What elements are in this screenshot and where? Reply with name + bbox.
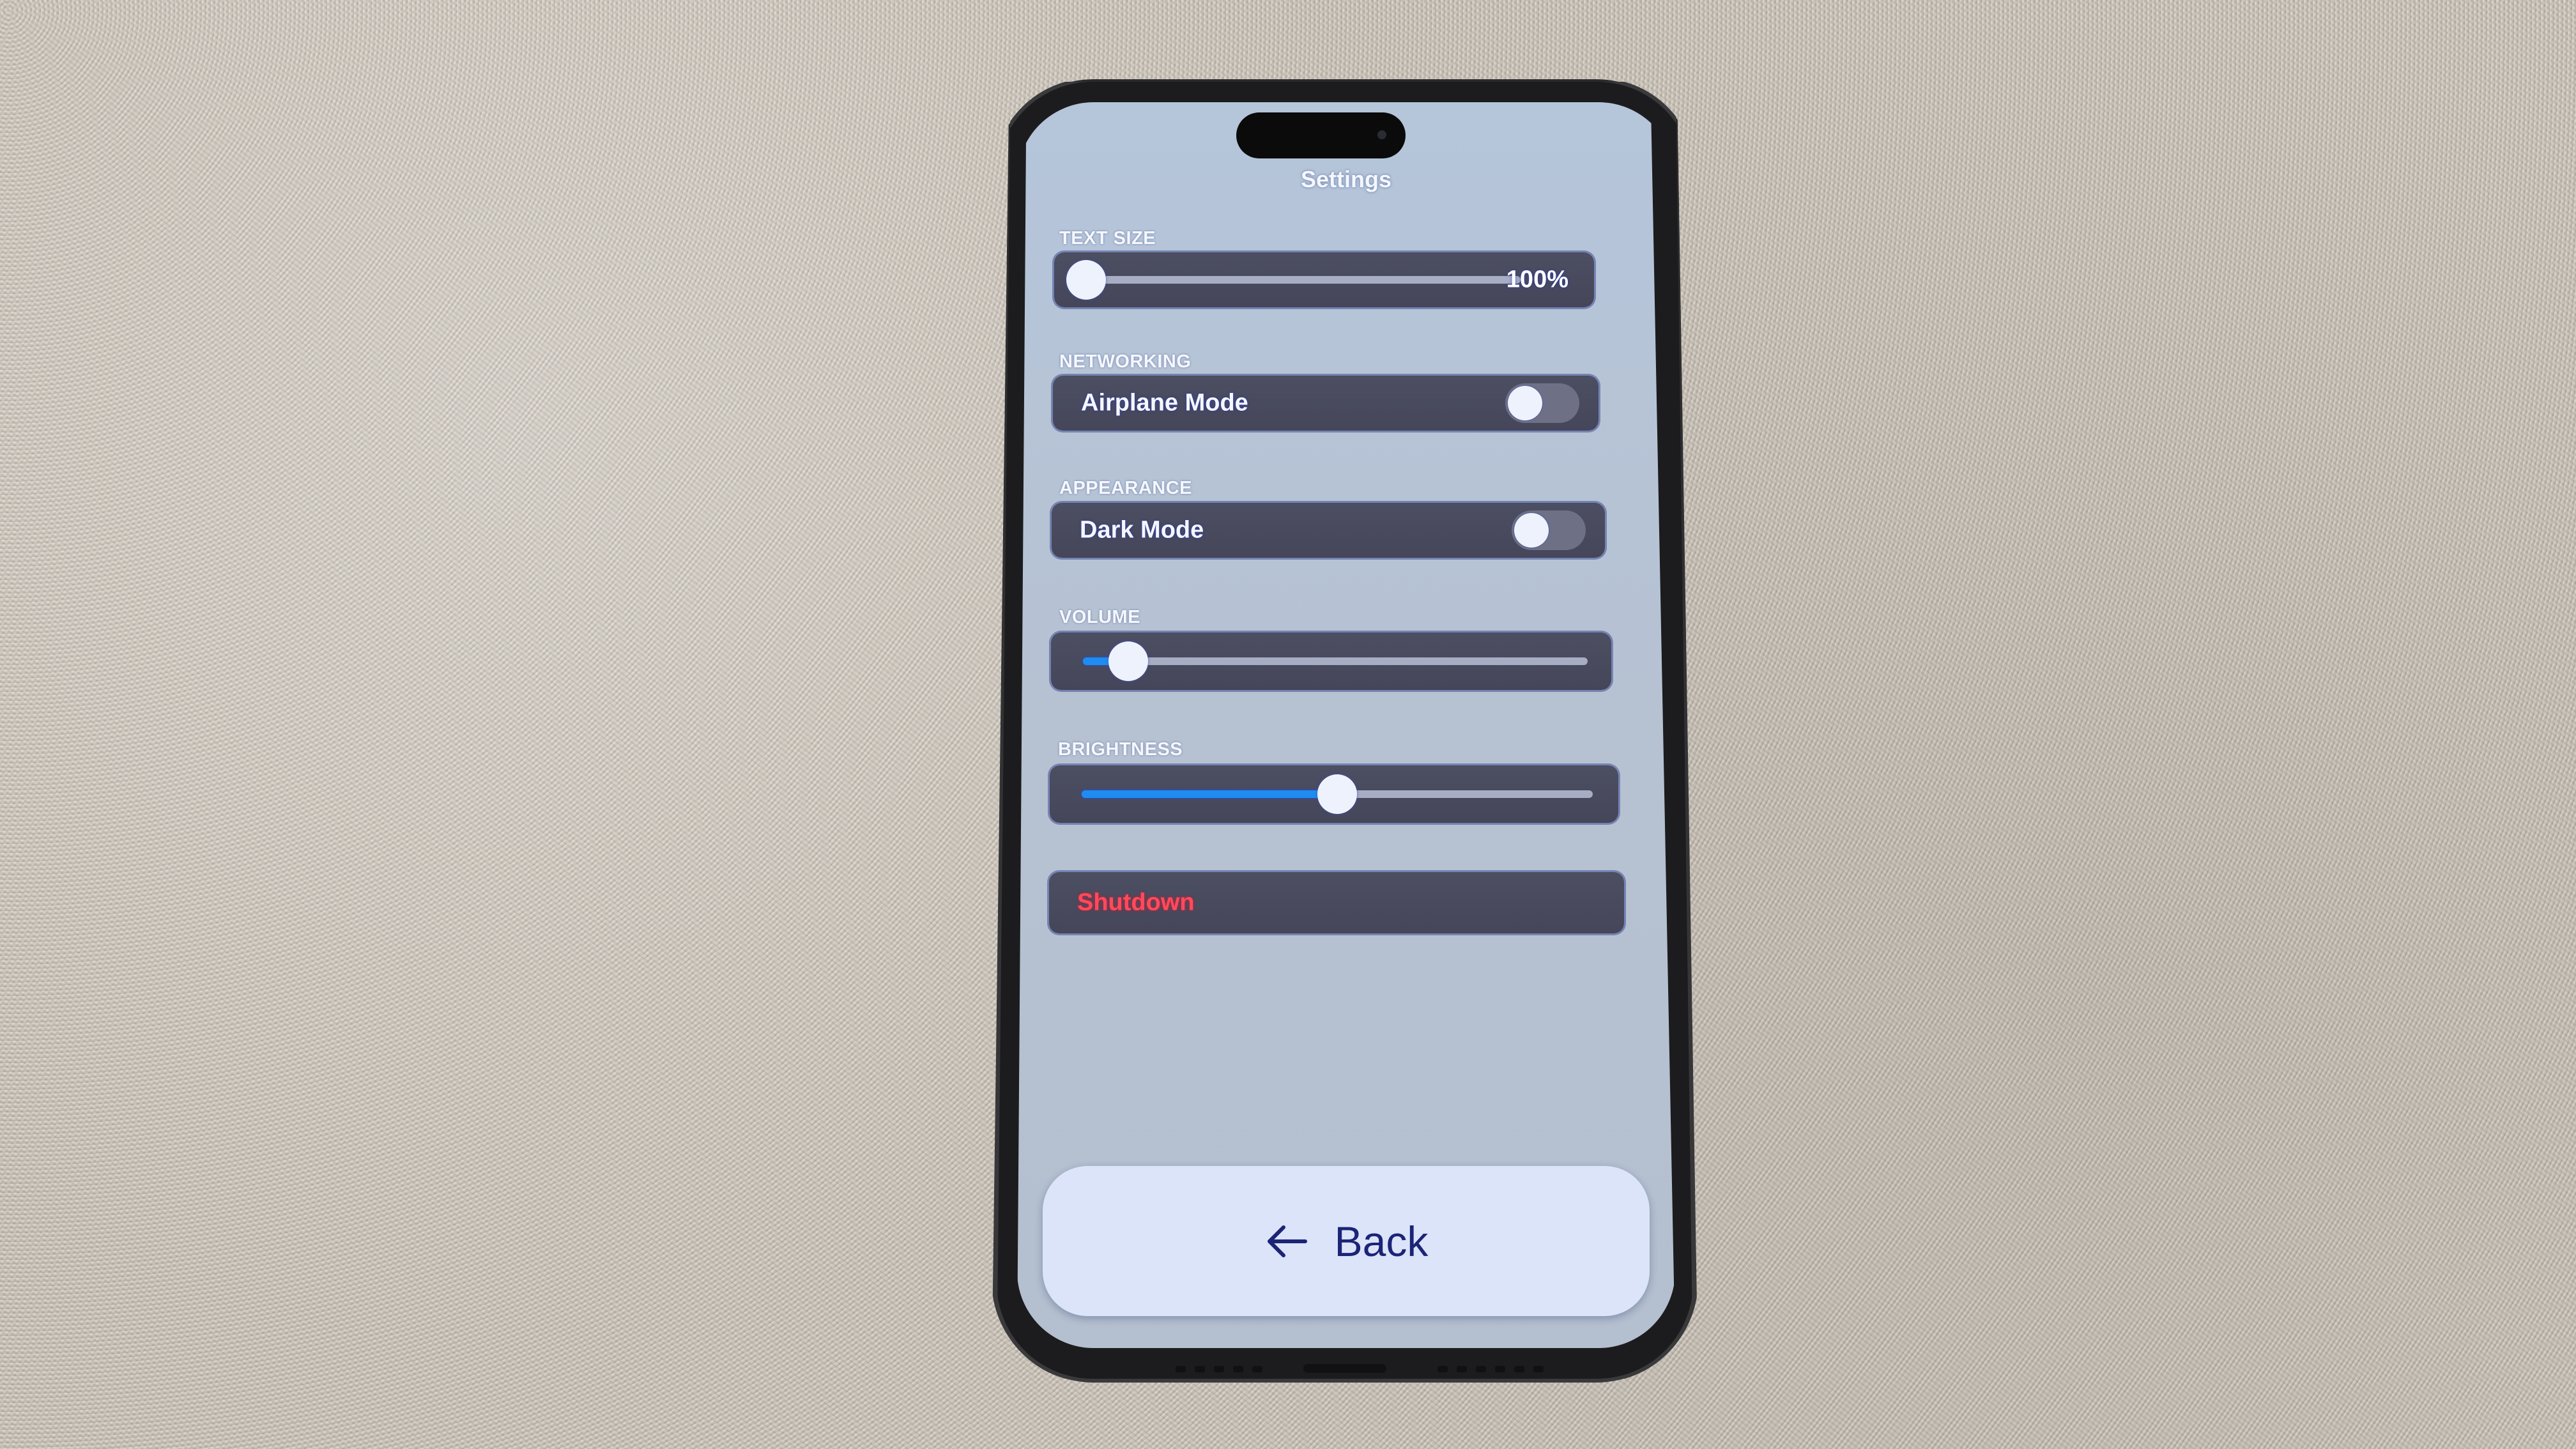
brightness-slider-fill	[1082, 790, 1337, 798]
charging-port	[1303, 1364, 1386, 1373]
dark-mode-label: Dark Mode	[1080, 516, 1204, 544]
speaker-hole	[1214, 1366, 1224, 1372]
speaker-hole	[1176, 1366, 1186, 1372]
speaker-hole	[1233, 1366, 1243, 1372]
speaker-hole	[1476, 1366, 1486, 1372]
text-size-panel: 100%	[1054, 252, 1594, 307]
shutdown-label: Shutdown	[1077, 889, 1195, 916]
phone-screen: Settings TEXT SIZE 100% NETWORKING Airpl…	[1017, 102, 1675, 1348]
speaker-hole	[1514, 1366, 1524, 1372]
arrow-left-icon	[1267, 1225, 1307, 1257]
airplane-mode-row[interactable]: Airplane Mode	[1053, 376, 1598, 431]
text-size-value: 100%	[1506, 266, 1568, 293]
speaker-hole	[1495, 1366, 1505, 1372]
speaker-hole	[1252, 1366, 1262, 1372]
airplane-mode-toggle[interactable]	[1505, 383, 1579, 423]
speaker-hole	[1457, 1366, 1467, 1372]
back-label: Back	[1334, 1217, 1429, 1265]
section-label-volume: VOLUME	[1059, 607, 1141, 627]
speaker-hole	[1195, 1366, 1205, 1372]
speaker-hole	[1533, 1366, 1544, 1372]
brightness-slider-thumb[interactable]	[1317, 774, 1357, 814]
airplane-mode-label: Airplane Mode	[1081, 389, 1248, 417]
toggle-knob	[1508, 386, 1542, 420]
brightness-panel	[1050, 765, 1618, 823]
dark-mode-row[interactable]: Dark Mode	[1052, 503, 1605, 558]
section-label-appearance: APPEARANCE	[1059, 478, 1193, 498]
dark-mode-toggle[interactable]	[1512, 510, 1586, 550]
section-label-brightness: BRIGHTNESS	[1058, 739, 1183, 760]
text-size-slider-thumb[interactable]	[1066, 260, 1106, 300]
volume-panel	[1051, 632, 1611, 690]
dynamic-island	[1236, 112, 1406, 158]
shutdown-button[interactable]: Shutdown	[1049, 872, 1624, 933]
speaker-hole	[1438, 1366, 1448, 1372]
text-size-slider[interactable]	[1066, 260, 1521, 300]
page-title: Settings	[1300, 166, 1392, 192]
section-label-networking: NETWORKING	[1059, 351, 1192, 372]
brightness-slider[interactable]	[1082, 774, 1593, 814]
volume-slider-thumb[interactable]	[1108, 641, 1149, 681]
back-button[interactable]: Back	[1043, 1166, 1650, 1316]
toggle-knob	[1514, 513, 1549, 548]
volume-slider[interactable]	[1083, 641, 1588, 681]
front-camera-icon	[1377, 130, 1386, 139]
section-label-text-size: TEXT SIZE	[1059, 228, 1156, 249]
